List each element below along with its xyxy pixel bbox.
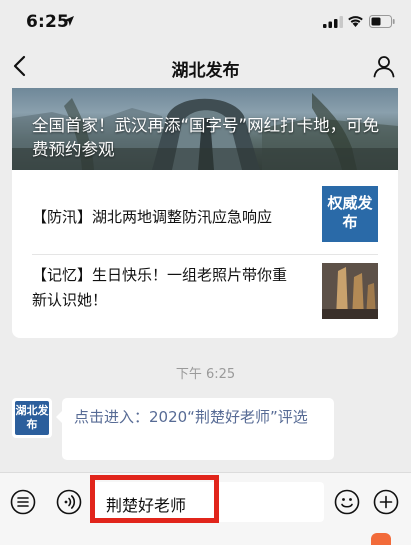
nav-bar: 湖北发布	[0, 44, 411, 88]
avatar-logo: 湖北发布	[15, 401, 49, 435]
page-title: 湖北发布	[171, 61, 240, 81]
profile-icon[interactable]	[372, 54, 396, 78]
status-bar: 6:25	[0, 0, 411, 44]
news-title: 【防汛】湖北两地调整防汛应急响应	[32, 208, 273, 226]
location-arrow-icon	[64, 16, 74, 26]
hero-article[interactable]: 全国首家！武汉再添“国字号”网红打卡地，可免费预约参观	[12, 88, 398, 170]
keyboard-strip	[0, 530, 411, 545]
news-item[interactable]: 【防汛】湖北两地调整防汛应急响应 权威发布	[32, 183, 378, 253]
battery-icon	[369, 15, 395, 28]
emoji-icon[interactable]	[334, 489, 360, 515]
status-time: 6:25	[26, 12, 70, 32]
news-item[interactable]: 【记忆】生日快乐！一组老照片带你重新认识她！	[32, 254, 378, 324]
avatar[interactable]: 湖北发布	[12, 398, 52, 438]
menu-list-icon[interactable]	[10, 489, 36, 515]
voice-icon[interactable]	[56, 489, 82, 515]
message-input-value: 荆楚好老师	[106, 496, 187, 515]
photo-thumbnail	[322, 263, 378, 319]
message-timestamp: 下午 6:25	[175, 367, 236, 382]
authority-thumbnail: 权威发布	[322, 186, 378, 242]
article-card: 全国首家！武汉再添“国字号”网红打卡地，可免费预约参观 【防汛】湖北两地调整防汛…	[12, 88, 398, 338]
app-badge-icon	[371, 533, 391, 545]
input-bar: 荆楚好老师	[0, 472, 411, 530]
message-input[interactable]: 荆楚好老师	[92, 482, 324, 522]
news-title: 【记忆】生日快乐！一组老照片带你重新认识她！	[32, 266, 288, 309]
cellular-signal-icon	[323, 16, 343, 28]
wifi-icon	[348, 16, 363, 27]
hero-title: 全国首家！武汉再添“国字号”网红打卡地，可免费预约参观	[32, 116, 380, 159]
message-link[interactable]: 点击进入：2020“荆楚好老师”评选	[74, 406, 326, 429]
message-bubble[interactable]: 点击进入：2020“荆楚好老师”评选	[56, 398, 334, 460]
plus-icon[interactable]	[373, 489, 399, 515]
